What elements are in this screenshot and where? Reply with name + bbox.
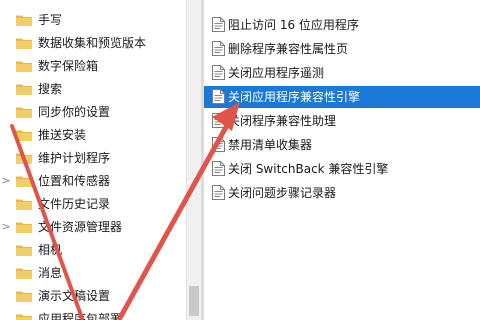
policy-setting-icon: [212, 65, 225, 80]
tree-item-maintenance-scheduler[interactable]: 维护计划程序: [0, 147, 186, 169]
folder-icon: [16, 15, 32, 26]
policy-setting-label: 阻止访问 16 位应用程序: [228, 18, 359, 32]
policy-setting-row[interactable]: 禁用清单收集器: [204, 134, 480, 156]
tree-item-label: 手写: [38, 13, 63, 27]
folder-icon: [16, 38, 32, 49]
tree-item-label: 消息: [38, 266, 63, 280]
folder-icon: [16, 61, 32, 72]
tree-item-search[interactable]: 搜索: [0, 78, 186, 100]
policy-setting-label: 关闭程序兼容性助理: [228, 114, 337, 128]
folder-icon: [16, 84, 32, 95]
folder-icon: [16, 199, 32, 210]
policy-setting-row-selected[interactable]: 关闭应用程序兼容性引擎: [204, 86, 480, 108]
tree-item-label: 演示文稿设置: [38, 289, 111, 303]
tree-item-presentation-settings[interactable]: 演示文稿设置: [0, 285, 186, 307]
policy-setting-icon: [212, 185, 225, 200]
folder-icon: [16, 268, 32, 279]
chevron-right-icon[interactable]: >: [1, 216, 11, 238]
folder-icon: [16, 222, 32, 233]
policy-setting-label: 关闭应用程序遥测: [228, 66, 325, 80]
tree-item-label: 位置和传感器: [38, 174, 111, 188]
tree-item-camera[interactable]: 相机: [0, 239, 186, 261]
folder-icon: [16, 153, 32, 164]
policy-setting-row[interactable]: 关闭应用程序遥测: [204, 62, 480, 84]
vertical-scrollbar[interactable]: [186, 0, 201, 320]
tree-item-digital-locker[interactable]: 数字保险箱: [0, 55, 186, 77]
folder-tree-pane: 手写 数据收集和预览版本 数字保险箱 搜索 同步你的设置 推送安装 维护计划程序…: [0, 0, 186, 320]
policy-setting-icon: [212, 113, 225, 128]
tree-item-push-install[interactable]: 推送安装: [0, 124, 186, 146]
tree-item-label: 维护计划程序: [38, 151, 111, 165]
tree-item-label: 文件历史记录: [38, 197, 111, 211]
folder-icon: [16, 176, 32, 187]
policy-setting-label: 禁用清单收集器: [228, 138, 313, 152]
tree-item-sync-settings[interactable]: 同步你的设置: [0, 101, 186, 123]
folder-icon: [16, 314, 32, 320]
folder-icon: [16, 130, 32, 141]
policy-setting-row[interactable]: 关闭程序兼容性助理: [204, 110, 480, 132]
folder-icon: [16, 291, 32, 302]
tree-item-app-package-deployment[interactable]: 应用程序包部署: [0, 308, 186, 320]
tree-item-label: 文件资源管理器: [38, 220, 123, 234]
tree-item-label: 相机: [38, 243, 63, 257]
policy-setting-row[interactable]: 关闭 SwitchBack 兼容性引擎: [204, 158, 480, 180]
scrollbar-thumb[interactable]: [189, 286, 199, 316]
policy-setting-label: 关闭问题步骤记录器: [228, 186, 337, 200]
tree-item-handwriting[interactable]: 手写: [0, 9, 186, 31]
folder-icon: [16, 107, 32, 118]
policy-setting-label: 关闭 SwitchBack 兼容性引擎: [228, 162, 389, 176]
tree-item-location-sensors[interactable]: > 位置和传感器: [0, 170, 186, 192]
tree-item-label: 推送安装: [38, 128, 87, 142]
tree-item-file-history[interactable]: 文件历史记录: [0, 193, 186, 215]
chevron-right-icon[interactable]: >: [1, 170, 11, 192]
policy-setting-icon: [212, 17, 225, 32]
policy-setting-icon: [212, 161, 225, 176]
policy-setting-icon: [212, 89, 225, 104]
policy-setting-icon: [212, 41, 225, 56]
tree-item-label: 搜索: [38, 82, 63, 96]
tree-item-messaging[interactable]: 消息: [0, 262, 186, 284]
policy-setting-label: 关闭应用程序兼容性引擎: [228, 90, 361, 104]
tree-item-data-collection[interactable]: 数据收集和预览版本: [0, 32, 186, 54]
tree-item-label: 数据收集和预览版本: [38, 36, 147, 50]
policy-setting-label: 删除程序兼容性属性页: [228, 42, 349, 56]
tree-item-file-explorer[interactable]: > 文件资源管理器: [0, 216, 186, 238]
policy-setting-icon: [212, 137, 225, 152]
policy-setting-row[interactable]: 阻止访问 16 位应用程序: [204, 14, 480, 36]
policy-setting-row[interactable]: 删除程序兼容性属性页: [204, 38, 480, 60]
policy-settings-list: 阻止访问 16 位应用程序 删除程序兼容性属性页 关闭应用程序遥测 关闭应用程序…: [204, 0, 480, 320]
tree-item-label: 应用程序包部署: [38, 312, 123, 320]
tree-item-label: 数字保险箱: [38, 59, 99, 73]
tree-item-label: 同步你的设置: [38, 105, 111, 119]
policy-setting-row[interactable]: 关闭问题步骤记录器: [204, 182, 480, 204]
folder-icon: [16, 245, 32, 256]
